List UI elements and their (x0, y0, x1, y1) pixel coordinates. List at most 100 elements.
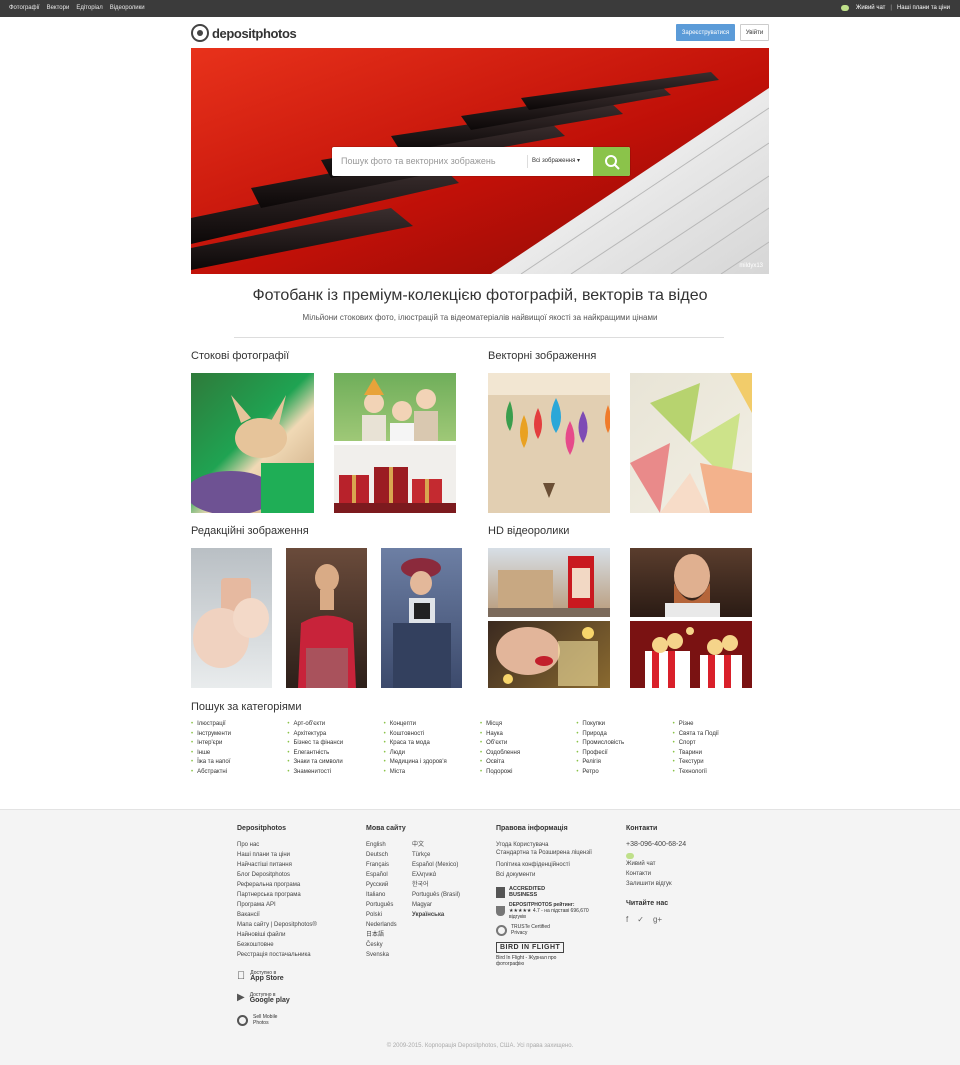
category-link[interactable]: Свята та Події (673, 730, 769, 740)
category-link[interactable]: Міста (384, 768, 480, 778)
category-link[interactable]: Місця (480, 720, 576, 730)
bird-in-flight-text[interactable]: Bird In Flight - Журнал про фотографію (496, 955, 576, 967)
footer-link[interactable]: Всі документи (496, 870, 616, 880)
language-link[interactable]: Français (366, 860, 398, 870)
editorial-images-title[interactable]: Редакційні зображення (191, 525, 309, 537)
category-link[interactable]: Технології (673, 768, 769, 778)
rating-badge[interactable]: DEPOSITPHOTOS рейтинг: ★★★★★ 4.7 - на пі… (496, 902, 616, 920)
category-link[interactable]: Природа (576, 730, 672, 740)
language-link[interactable]: 日本語 (366, 930, 398, 940)
stock-photos-title[interactable]: Стокові фотографії (191, 350, 289, 362)
phone-number[interactable]: +38-096-400-68-24 (626, 840, 746, 850)
twitter-icon[interactable]: ✓ (637, 915, 644, 925)
nav-photos[interactable]: Фотографії (9, 5, 40, 11)
editorial-photographer[interactable] (381, 548, 462, 688)
category-link[interactable]: Інше (191, 749, 287, 759)
footer-link[interactable]: Стандартна та Розширена ліцензії (496, 850, 616, 857)
footer-link[interactable]: Блог Depositphotos (237, 870, 357, 880)
sell-mobile-badge[interactable]: Sell Mobile Photos (237, 1014, 357, 1026)
category-link[interactable]: Наука (480, 730, 576, 740)
language-link[interactable]: 中文 (412, 840, 460, 850)
category-link[interactable]: Концепти (384, 720, 480, 730)
language-link[interactable]: Italiano (366, 890, 398, 900)
footer-link[interactable]: Угода Користувача (496, 840, 616, 850)
vector-images-title[interactable]: Векторні зображення (488, 350, 596, 362)
feedback-link[interactable]: Залишити відгук (626, 879, 746, 889)
plans-link[interactable]: Наші плани та ціни (897, 5, 950, 11)
footer-link[interactable]: Вакансії (237, 910, 357, 920)
app-store-badge[interactable]:  Доступно вApp Store (237, 970, 357, 982)
language-link[interactable]: Deutsch (366, 850, 398, 860)
language-link[interactable]: Magyar (412, 900, 460, 910)
vector-polygon-background[interactable] (630, 373, 752, 513)
category-link[interactable]: Релігія (576, 758, 672, 768)
category-link[interactable]: Професії (576, 749, 672, 759)
stock-photo-kids-party[interactable] (334, 373, 456, 441)
logo[interactable]: depositphotos (191, 24, 297, 42)
language-link[interactable]: Türkçe (412, 850, 460, 860)
category-link[interactable]: Ілюстрації (191, 720, 287, 730)
category-link[interactable]: Подорожі (480, 768, 576, 778)
footer-link[interactable]: Реферальна програма (237, 880, 357, 890)
footer-link[interactable]: Про нас (237, 840, 357, 850)
nav-video[interactable]: Відеоролики (110, 5, 145, 11)
bird-in-flight-logo[interactable]: BIRD IN FLIGHT (496, 942, 565, 953)
footer-link[interactable]: Наші плани та ціни (237, 850, 357, 860)
footer-link[interactable]: Мапа сайту | Depositphotos® (237, 920, 357, 930)
category-link[interactable]: Їжа та напої (191, 758, 287, 768)
category-link[interactable]: Медицина і здоров'я (384, 758, 480, 768)
language-link[interactable]: Polski (366, 910, 398, 920)
language-link[interactable]: 한국어 (412, 880, 460, 890)
category-link[interactable]: Тварини (673, 749, 769, 759)
category-link[interactable]: Коштовності (384, 730, 480, 740)
footer-link[interactable]: Реєстрація постачальника (237, 950, 357, 960)
category-link[interactable]: Інтер'єри (191, 739, 287, 749)
category-link[interactable]: Знаменитості (287, 768, 383, 778)
language-link[interactable]: Português (366, 900, 398, 910)
category-link[interactable]: Знаки та символи (287, 758, 383, 768)
image-type-select[interactable]: Всі зображення ▾ (527, 155, 580, 168)
language-link[interactable]: Español (Mexico) (412, 860, 460, 870)
category-link[interactable]: Різне (673, 720, 769, 730)
hd-video-title[interactable]: HD відеоролики (488, 525, 569, 537)
stock-photo-gifts[interactable] (334, 445, 456, 513)
search-input[interactable]: Пошук фото та векторних зображень (341, 156, 496, 166)
footer-link[interactable]: Партнерська програма (237, 890, 357, 900)
live-chat-footer[interactable]: Живий чат (626, 853, 746, 869)
footer-link[interactable]: Політика конфіденційності (496, 860, 616, 870)
category-link[interactable]: Покупки (576, 720, 672, 730)
category-link[interactable]: Оздоблення (480, 749, 576, 759)
editorial-model[interactable] (286, 548, 367, 688)
video-popcorn[interactable] (630, 621, 752, 688)
stock-photo-woman-fox[interactable] (191, 373, 314, 513)
category-link[interactable]: Люди (384, 749, 480, 759)
nav-editorial[interactable]: Едіторіал (76, 5, 102, 11)
language-link[interactable]: English (366, 840, 398, 850)
video-bearded-man[interactable] (630, 548, 752, 617)
register-button[interactable]: Зареєструватися (676, 24, 735, 41)
search-button[interactable] (593, 147, 630, 176)
vector-infographic-drops[interactable] (488, 373, 610, 513)
language-link-current[interactable]: Українська (412, 910, 460, 920)
category-link[interactable]: Спорт (673, 739, 769, 749)
photo-credit[interactable]: mildyx13 (739, 263, 763, 269)
footer-link[interactable]: Безкоштовне (237, 940, 357, 950)
language-link[interactable]: Nederlands (366, 920, 398, 930)
truste-badge[interactable]: TRUSTe Certified Privacy (496, 924, 616, 936)
category-link[interactable]: Арт-об'єкти (287, 720, 383, 730)
contacts-link[interactable]: Контакти (626, 869, 746, 879)
facebook-icon[interactable]: f (626, 915, 628, 925)
language-link[interactable]: Русский (366, 880, 398, 890)
category-link[interactable]: Освіта (480, 758, 576, 768)
category-link[interactable]: Текстури (673, 758, 769, 768)
category-link[interactable]: Промисловість (576, 739, 672, 749)
live-chat-link[interactable]: Живий чат (856, 5, 886, 11)
category-link[interactable]: Абстрактні (191, 768, 287, 778)
category-link[interactable]: Інструменти (191, 730, 287, 740)
editorial-phone-hands[interactable] (191, 548, 272, 688)
category-link[interactable]: Об'єкти (480, 739, 576, 749)
language-link[interactable]: Česky (366, 940, 398, 950)
language-link[interactable]: Español (366, 870, 398, 880)
bbb-badge[interactable]: ACCREDITED BUSINESS (496, 886, 616, 898)
category-link[interactable]: Бізнес та фінанси (287, 739, 383, 749)
